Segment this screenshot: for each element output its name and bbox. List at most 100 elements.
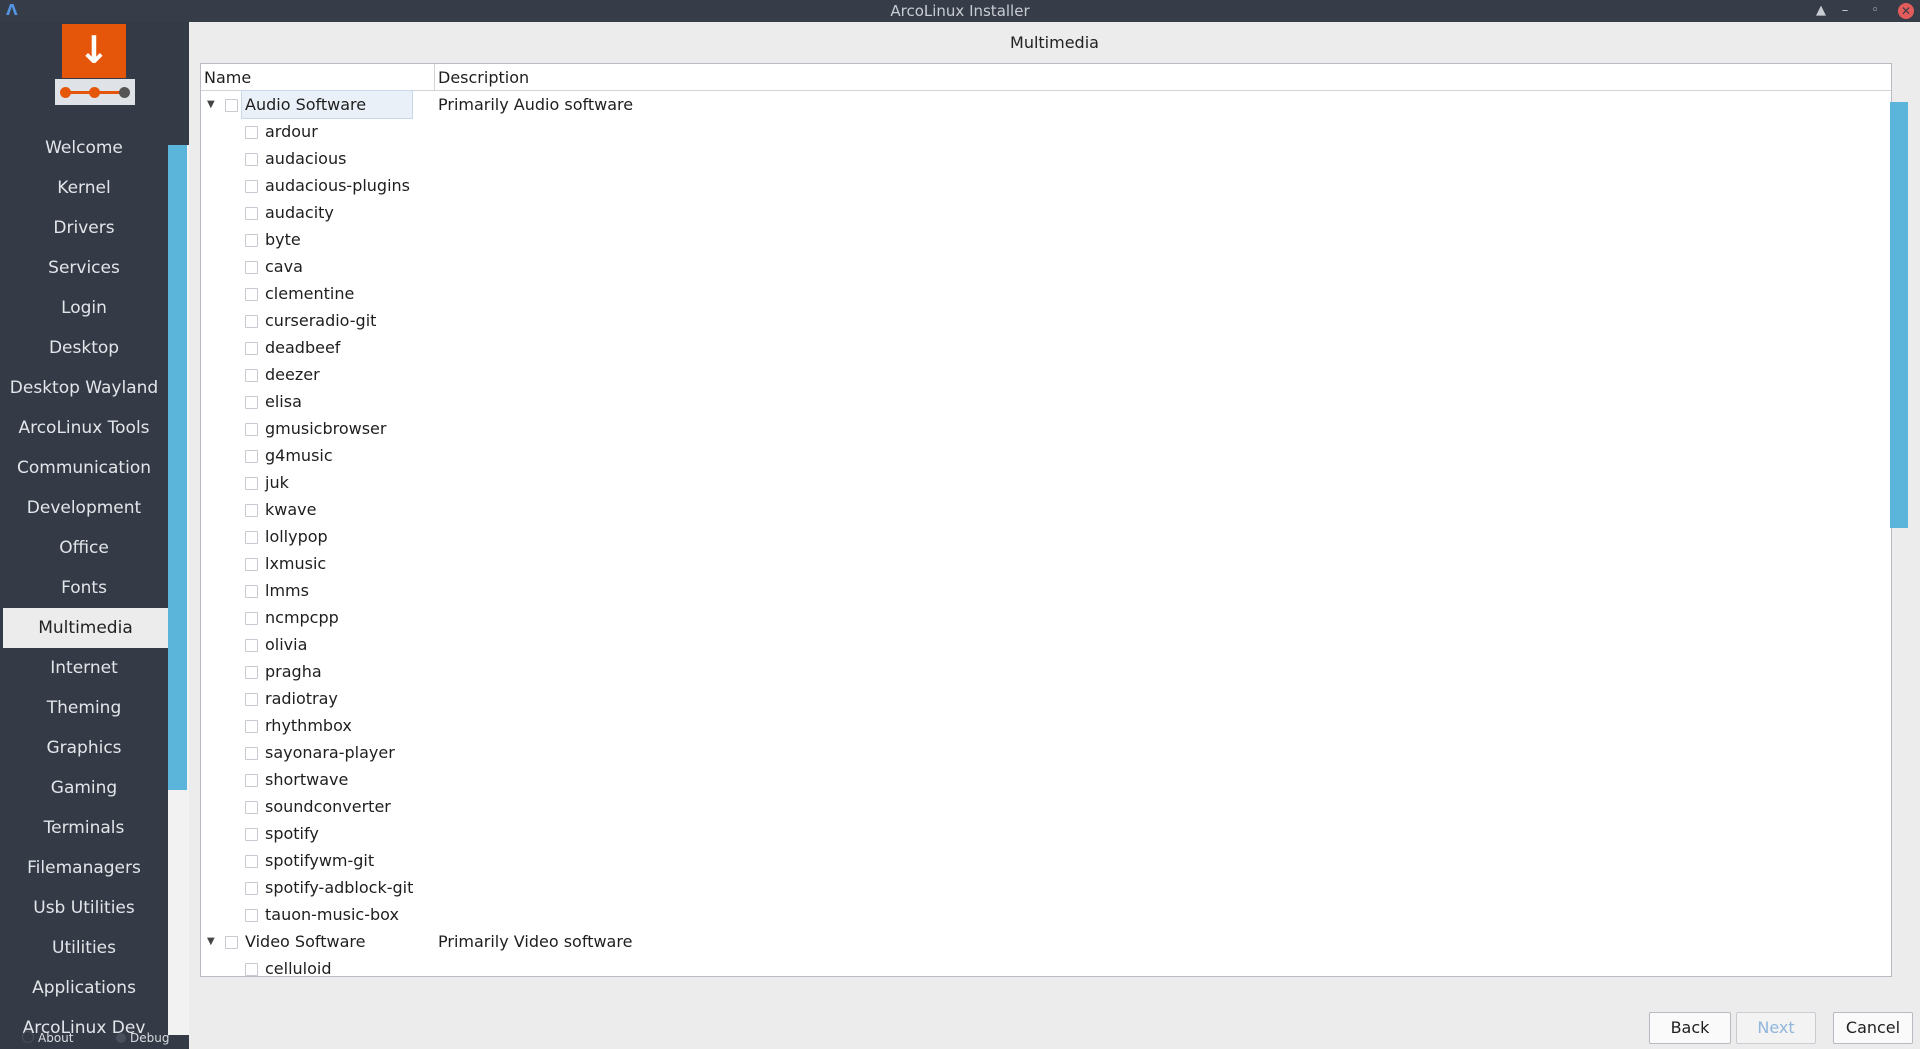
sidebar-item-development[interactable]: Development bbox=[0, 488, 168, 528]
package-row[interactable]: cava bbox=[201, 253, 1891, 280]
about-toggle[interactable]: About bbox=[22, 1031, 73, 1045]
back-button[interactable]: Back bbox=[1649, 1012, 1731, 1044]
package-row[interactable]: audacious bbox=[201, 145, 1891, 172]
package-checkbox[interactable] bbox=[245, 585, 258, 598]
sidebar-item-terminals[interactable]: Terminals bbox=[0, 808, 168, 848]
sidebar-item-desktop[interactable]: Desktop bbox=[0, 328, 168, 368]
sidebar-item-theming[interactable]: Theming bbox=[0, 688, 168, 728]
next-button[interactable]: Next bbox=[1736, 1012, 1816, 1044]
debug-toggle[interactable]: Debug bbox=[116, 1031, 169, 1045]
package-row[interactable]: radiotray bbox=[201, 685, 1891, 712]
sidebar-item-login[interactable]: Login bbox=[0, 288, 168, 328]
sidebar-item-applications[interactable]: Applications bbox=[0, 968, 168, 1008]
package-row[interactable]: byte bbox=[201, 226, 1891, 253]
group-checkbox[interactable] bbox=[225, 99, 238, 112]
package-checkbox[interactable] bbox=[245, 450, 258, 463]
package-row[interactable]: audacity bbox=[201, 199, 1891, 226]
package-checkbox[interactable] bbox=[245, 720, 258, 733]
package-checkbox[interactable] bbox=[245, 693, 258, 706]
package-row[interactable]: clementine bbox=[201, 280, 1891, 307]
minimize-window-icon[interactable]: – bbox=[1836, 2, 1854, 20]
package-checkbox[interactable] bbox=[245, 882, 258, 895]
package-checkbox[interactable] bbox=[245, 774, 258, 787]
package-checkbox[interactable] bbox=[245, 126, 258, 139]
sidebar-item-gaming[interactable]: Gaming bbox=[0, 768, 168, 808]
package-row[interactable]: tauon-music-box bbox=[201, 901, 1891, 928]
package-checkbox[interactable] bbox=[245, 747, 258, 760]
package-checkbox[interactable] bbox=[245, 909, 258, 922]
package-row[interactable]: spotify-adblock-git bbox=[201, 874, 1891, 901]
close-window-icon[interactable]: ✕ bbox=[1898, 3, 1914, 19]
package-checkbox[interactable] bbox=[245, 639, 258, 652]
package-row[interactable]: spotify bbox=[201, 820, 1891, 847]
package-checkbox[interactable] bbox=[245, 180, 258, 193]
expand-arrow-icon[interactable]: ▼ bbox=[207, 91, 219, 118]
package-row[interactable]: celluloid bbox=[201, 955, 1891, 976]
package-checkbox[interactable] bbox=[245, 315, 258, 328]
package-row[interactable]: kwave bbox=[201, 496, 1891, 523]
package-checkbox[interactable] bbox=[245, 369, 258, 382]
sidebar-item-internet[interactable]: Internet bbox=[0, 648, 168, 688]
package-row[interactable]: ardour bbox=[201, 118, 1891, 145]
package-checkbox[interactable] bbox=[245, 801, 258, 814]
sidebar-item-desktop-wayland[interactable]: Desktop Wayland bbox=[0, 368, 168, 408]
column-header-description[interactable]: Description bbox=[438, 68, 529, 87]
sidebar-item-office[interactable]: Office bbox=[0, 528, 168, 568]
sidebar-scrollbar-thumb[interactable] bbox=[168, 145, 187, 790]
sidebar-item-drivers[interactable]: Drivers bbox=[0, 208, 168, 248]
package-row[interactable]: juk bbox=[201, 469, 1891, 496]
sidebar-item-usb-utilities[interactable]: Usb Utilities bbox=[0, 888, 168, 928]
group-checkbox[interactable] bbox=[225, 936, 238, 949]
package-row[interactable]: shortwave bbox=[201, 766, 1891, 793]
package-row[interactable]: deezer bbox=[201, 361, 1891, 388]
package-row[interactable]: rhythmbox bbox=[201, 712, 1891, 739]
package-row[interactable]: ncmpcpp bbox=[201, 604, 1891, 631]
package-row[interactable]: curseradio-git bbox=[201, 307, 1891, 334]
package-row[interactable]: sayonara-player bbox=[201, 739, 1891, 766]
tree-scrollbar-thumb[interactable] bbox=[1890, 102, 1908, 528]
package-row[interactable]: audacious-plugins bbox=[201, 172, 1891, 199]
package-checkbox[interactable] bbox=[245, 504, 258, 517]
package-row[interactable]: lollypop bbox=[201, 523, 1891, 550]
sidebar-item-multimedia[interactable]: Multimedia bbox=[3, 608, 168, 648]
sidebar-item-filemanagers[interactable]: Filemanagers bbox=[0, 848, 168, 888]
package-checkbox[interactable] bbox=[245, 828, 258, 841]
package-row[interactable]: spotifywm-git bbox=[201, 847, 1891, 874]
package-row[interactable]: elisa bbox=[201, 388, 1891, 415]
package-checkbox[interactable] bbox=[245, 963, 258, 976]
sidebar-item-services[interactable]: Services bbox=[0, 248, 168, 288]
package-checkbox[interactable] bbox=[245, 261, 258, 274]
package-row[interactable]: lmms bbox=[201, 577, 1891, 604]
package-checkbox[interactable] bbox=[245, 288, 258, 301]
tree-group-row[interactable]: ▼ Video Software Primarily Video software bbox=[201, 928, 1891, 955]
package-checkbox[interactable] bbox=[245, 666, 258, 679]
expand-arrow-icon[interactable]: ▼ bbox=[207, 928, 219, 955]
column-header-name[interactable]: Name bbox=[204, 68, 251, 87]
package-row[interactable]: soundconverter bbox=[201, 793, 1891, 820]
package-checkbox[interactable] bbox=[245, 612, 258, 625]
package-checkbox[interactable] bbox=[245, 207, 258, 220]
sidebar-item-fonts[interactable]: Fonts bbox=[0, 568, 168, 608]
package-row[interactable]: gmusicbrowser bbox=[201, 415, 1891, 442]
tree-group-row[interactable]: ▼ Audio Software Primarily Audio software bbox=[201, 90, 1891, 119]
package-checkbox[interactable] bbox=[245, 855, 258, 868]
sidebar-item-welcome[interactable]: Welcome bbox=[0, 128, 168, 168]
sidebar-item-utilities[interactable]: Utilities bbox=[0, 928, 168, 968]
sidebar-item-communication[interactable]: Communication bbox=[0, 448, 168, 488]
package-row[interactable]: g4music bbox=[201, 442, 1891, 469]
package-checkbox[interactable] bbox=[245, 477, 258, 490]
package-checkbox[interactable] bbox=[245, 531, 258, 544]
sidebar-item-graphics[interactable]: Graphics bbox=[0, 728, 168, 768]
package-row[interactable]: lxmusic bbox=[201, 550, 1891, 577]
sidebar-item-arcolinux-tools[interactable]: ArcoLinux Tools bbox=[0, 408, 168, 448]
package-checkbox[interactable] bbox=[245, 234, 258, 247]
maximize-window-icon[interactable]: ◦ bbox=[1866, 2, 1884, 20]
shade-window-icon[interactable]: ▲ bbox=[1812, 2, 1830, 20]
package-row[interactable]: olivia bbox=[201, 631, 1891, 658]
package-checkbox[interactable] bbox=[245, 342, 258, 355]
package-row[interactable]: pragha bbox=[201, 658, 1891, 685]
cancel-button[interactable]: Cancel bbox=[1833, 1012, 1913, 1044]
package-checkbox[interactable] bbox=[245, 396, 258, 409]
package-checkbox[interactable] bbox=[245, 558, 258, 571]
package-checkbox[interactable] bbox=[245, 423, 258, 436]
